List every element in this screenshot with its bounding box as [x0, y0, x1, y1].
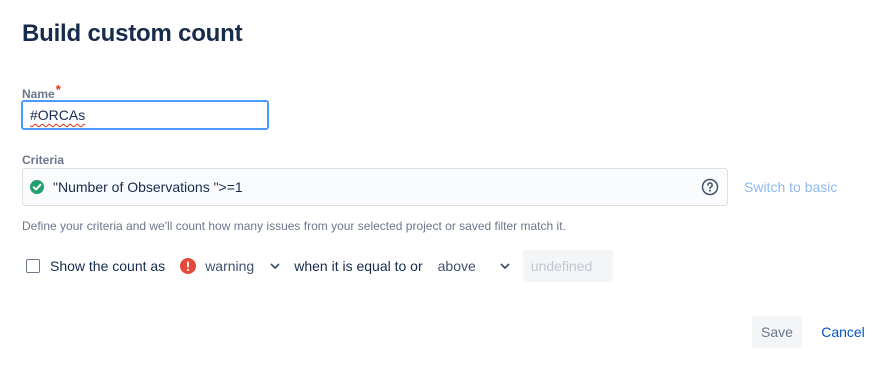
show-count-checkbox[interactable] — [26, 259, 40, 273]
name-input-value: #ORCAs — [30, 107, 86, 123]
criteria-label: Criteria — [22, 153, 65, 167]
count-display-row: Show the count as warning when it is equ… — [22, 250, 613, 282]
criteria-input[interactable]: "Number of Observations ">=1 — [22, 168, 728, 206]
name-input[interactable]: #ORCAs — [21, 100, 269, 130]
required-mark: * — [55, 82, 61, 97]
switch-to-basic-link[interactable]: Switch to basic — [744, 179, 837, 195]
comparison-select[interactable]: above — [438, 251, 512, 281]
cancel-button[interactable]: Cancel — [814, 316, 872, 348]
show-count-label: Show the count as — [50, 258, 166, 274]
chevron-down-icon — [268, 259, 282, 273]
status-select-value: warning — [205, 258, 255, 274]
threshold-input[interactable]: undefined — [522, 250, 613, 282]
question-circle-icon[interactable] — [701, 178, 719, 196]
threshold-placeholder: undefined — [530, 258, 593, 274]
check-circle-icon — [29, 179, 45, 195]
name-label: Name* — [22, 82, 61, 101]
warning-icon — [180, 258, 197, 274]
name-label-text: Name — [22, 87, 55, 101]
save-button[interactable]: Save — [752, 316, 802, 348]
comparison-select-value: above — [437, 258, 476, 274]
criteria-helper-text: Define your criteria and we'll count how… — [22, 219, 566, 233]
chevron-down-icon — [498, 259, 512, 273]
dialog-title: Build custom count — [22, 20, 243, 47]
connector-text: when it is equal to or — [294, 258, 423, 274]
criteria-value: "Number of Observations ">=1 — [53, 179, 243, 195]
status-select[interactable]: warning — [180, 251, 282, 281]
